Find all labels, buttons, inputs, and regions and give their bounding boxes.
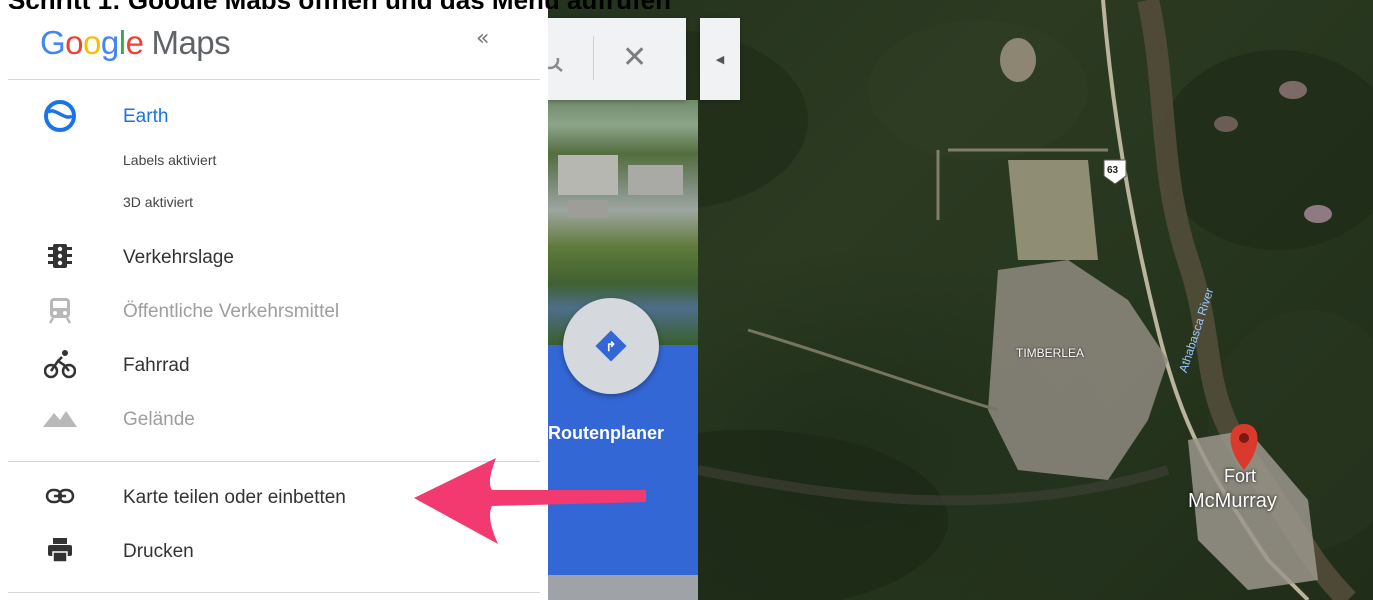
menu-item-traffic[interactable]: Verkehrslage <box>0 236 548 282</box>
google-maps-logo: Google Maps <box>40 24 231 61</box>
menu-item-terrain[interactable]: Gelände <box>0 398 548 444</box>
traffic-light-icon <box>40 236 80 276</box>
print-icon <box>40 530 80 570</box>
directions-button[interactable]: ↱ <box>563 298 659 394</box>
search-icon[interactable] <box>548 58 566 72</box>
menu-item-bicycle[interactable]: Fahrrad <box>0 344 548 390</box>
earth-3d-toggle[interactable]: 3D aktiviert <box>123 194 193 210</box>
menu-item-label: Karte teilen oder einbetten <box>123 487 346 508</box>
route-planner-label: Routenplaner <box>548 423 665 443</box>
menu-item-label: Fahrrad <box>123 355 190 376</box>
directions-icon: ↱ <box>595 330 627 362</box>
menu-divider <box>8 592 540 593</box>
menu-item-label: Verkehrslage <box>123 247 234 268</box>
earth-labels-toggle[interactable]: Labels aktiviert <box>123 152 216 168</box>
top-caption: Schritt 1: Google Maps öffnen und das Me… <box>0 0 1373 9</box>
menu-item-label: Earth <box>123 106 169 127</box>
collapse-menu-button[interactable]: « <box>476 26 489 51</box>
menu-item-label: Gelände <box>123 409 195 430</box>
bicycle-icon <box>40 344 80 384</box>
top-caption-text: Schritt 1: Google Maps öffnen und das Me… <box>8 0 1373 9</box>
route-card-footer <box>548 575 698 600</box>
search-divider <box>593 36 594 80</box>
menu-divider <box>8 79 540 80</box>
highlight-arrow <box>408 452 648 553</box>
earth-icon <box>40 96 80 136</box>
menu-item-label: Öffentliche Verkehrsmittel <box>123 301 340 322</box>
fort-label: Fort <box>1224 466 1257 486</box>
search-box[interactable]: ✕ <box>548 18 686 100</box>
link-icon <box>40 476 80 516</box>
menu-item-earth[interactable]: Earth <box>0 96 548 142</box>
mcmurray-label: McMurray <box>1188 490 1277 512</box>
train-icon <box>40 290 80 330</box>
menu-item-transit[interactable]: Öffentliche Verkehrsmittel <box>0 290 548 336</box>
timberlea-label: TIMBERLEA <box>1016 346 1085 360</box>
collapse-side-panel-button[interactable]: ◀ <box>700 18 740 100</box>
menu-item-label: Drucken <box>123 541 194 562</box>
terrain-icon <box>40 398 80 438</box>
clear-search-icon[interactable]: ✕ <box>622 40 647 75</box>
highway-63-label: 63 <box>1107 165 1119 176</box>
